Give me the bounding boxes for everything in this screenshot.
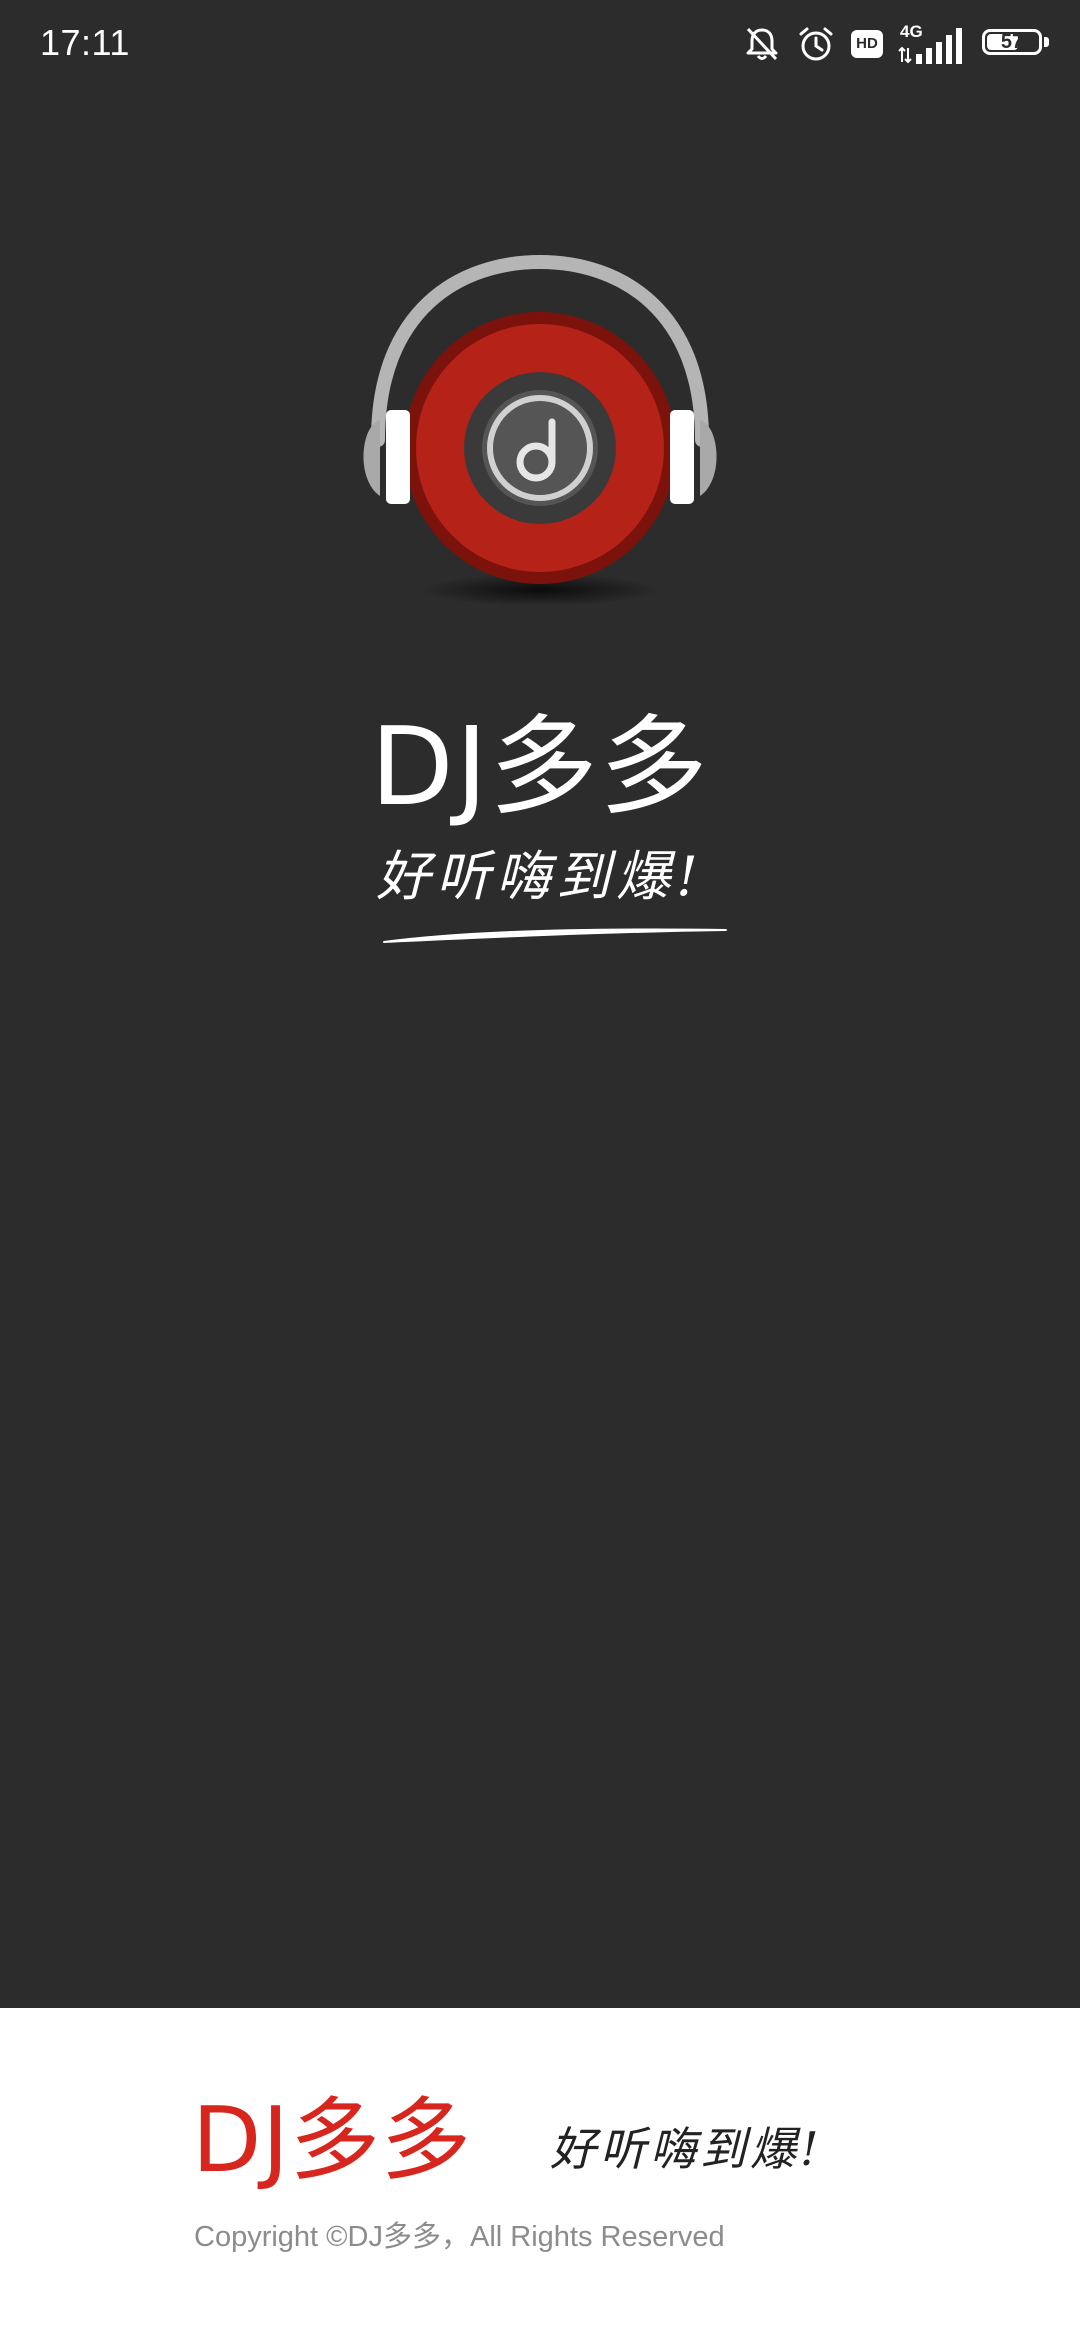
app-title: DJ多多 [370, 705, 710, 830]
battery-icon: 57 [982, 29, 1050, 59]
status-time: 17:11 [40, 22, 130, 63]
splash-screen: 17:11 HD 4G 57 DJ多多 好听嗨到爆! [0, 0, 1080, 2008]
battery-level: 57 [1000, 31, 1024, 53]
status-icons: HD 4G 57 [742, 20, 1050, 68]
status-bar: 17:11 HD 4G 57 [0, 0, 1080, 90]
app-slogan: 好听嗨到爆! [376, 845, 704, 908]
hd-icon: HD [850, 29, 884, 59]
app-logo-headphones-icon [363, 254, 717, 606]
battery-tip [1044, 37, 1049, 47]
bell-off-icon [742, 24, 782, 64]
footer-brand-logo: DJ多多 [192, 2088, 472, 2193]
network-type: 4G [900, 22, 923, 41]
copyright-text: Copyright ©DJ多多，All Rights Reserved [194, 2221, 725, 2253]
footer: DJ多多 好听嗨到爆! Copyright ©DJ多多，All Rights R… [0, 2008, 1080, 2340]
slogan-underline [383, 928, 727, 943]
hd-label: HD [856, 35, 878, 52]
signal-icon: 4G [898, 22, 968, 66]
alarm-icon [796, 24, 836, 64]
footer-slogan: 好听嗨到爆! [550, 2122, 823, 2176]
